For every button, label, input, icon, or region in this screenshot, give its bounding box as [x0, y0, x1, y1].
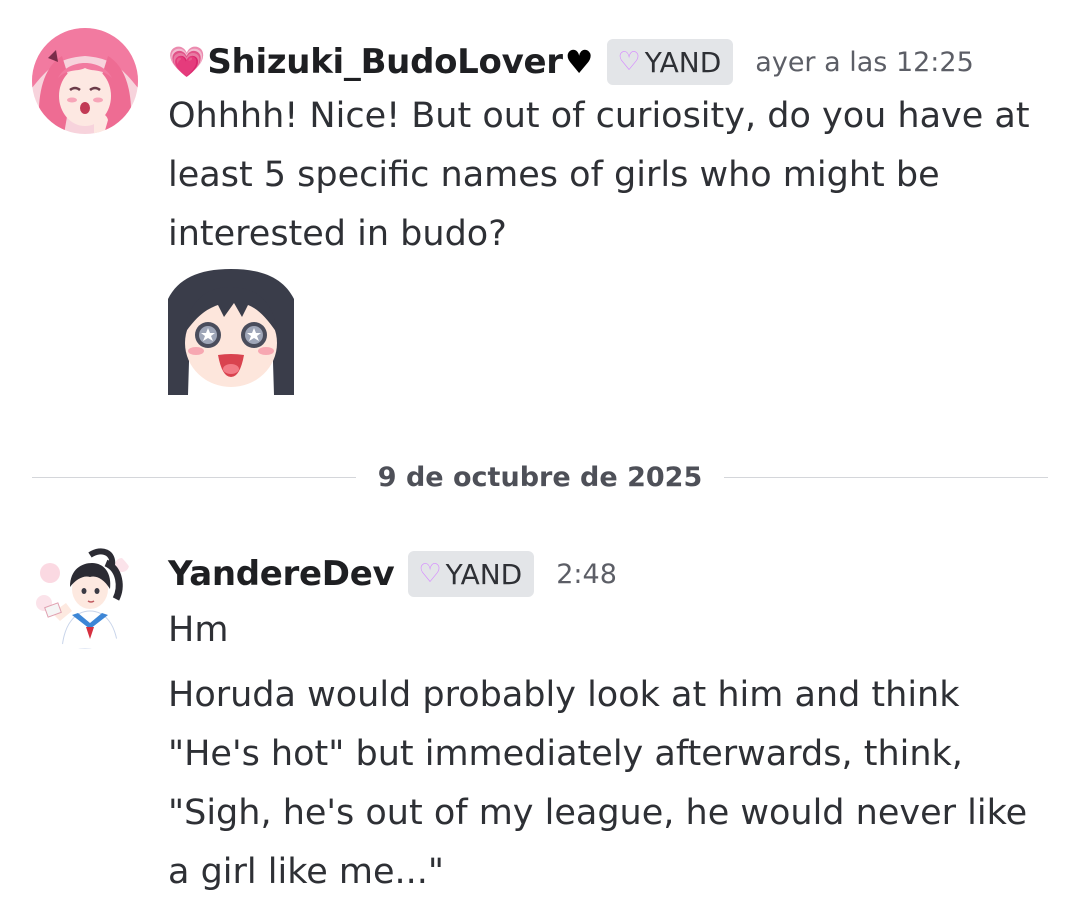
- date-divider: 9 de octubre de 2025: [32, 455, 1049, 499]
- divider-date: 9 de octubre de 2025: [377, 461, 703, 493]
- server-tag[interactable]: ♡ YAND: [607, 39, 734, 85]
- black-heart-icon: ♥: [564, 43, 594, 81]
- timestamp[interactable]: 2:48: [556, 559, 617, 590]
- message-text: Horuda would probably look at him and th…: [168, 675, 1028, 892]
- message-header: 💗 Shizuki_BudoLover ♥ ♡ YAND ayer a las …: [168, 34, 974, 90]
- server-tag[interactable]: ♡ YAND: [408, 551, 535, 597]
- divider-line-left: [32, 476, 356, 478]
- server-tag-label: YAND: [445, 557, 523, 591]
- divider-line-right: [724, 476, 1049, 478]
- username[interactable]: YandereDev: [168, 554, 395, 594]
- message-text: Hm: [168, 610, 229, 650]
- server-tag-label: YAND: [644, 45, 722, 79]
- username[interactable]: Shizuki_BudoLover: [207, 42, 563, 82]
- user-avatar[interactable]: [32, 543, 138, 649]
- heart-outline-icon: ♡: [418, 559, 442, 589]
- message-text: Ohhhh! Nice! But out of curiosity, do yo…: [168, 96, 1030, 254]
- sticker-image[interactable]: [168, 269, 294, 395]
- user-avatar[interactable]: [32, 28, 138, 134]
- heart-outline-icon: ♡: [617, 47, 641, 77]
- avatar-pink-hair-image: [32, 28, 138, 134]
- timestamp[interactable]: ayer a las 12:25: [755, 47, 973, 78]
- pink-heart-icon: 💗: [168, 44, 206, 80]
- message-header: YandereDev ♡ YAND 2:48: [168, 548, 617, 600]
- sticker-excited-girl-image: [168, 269, 294, 395]
- avatar-school-girl-image: [32, 543, 138, 649]
